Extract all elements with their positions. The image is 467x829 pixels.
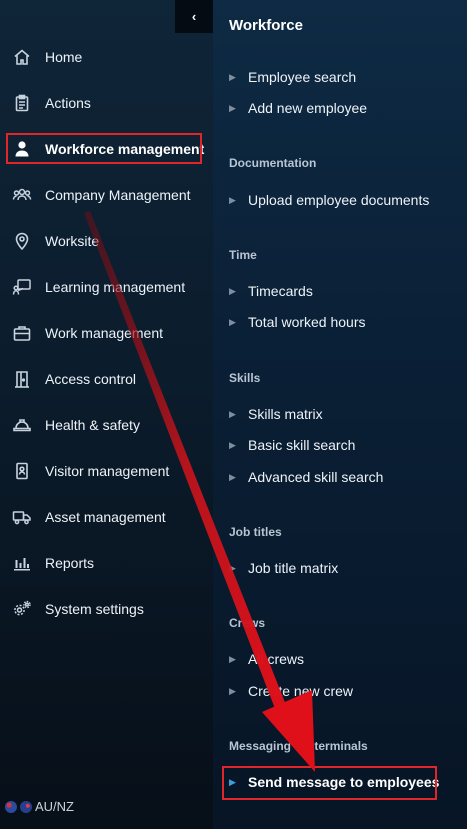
link-label: Upload employee documents xyxy=(248,192,430,208)
link-create-new-crew[interactable]: ▶ Create new crew xyxy=(229,683,353,699)
truck-icon xyxy=(10,507,34,527)
sidebar-item-label: Worksite xyxy=(45,233,100,249)
clipboard-icon xyxy=(10,93,34,113)
sidebar-item-access-control[interactable]: Access control xyxy=(0,356,213,402)
home-icon xyxy=(10,47,34,67)
sidebar-item-system-settings[interactable]: System settings xyxy=(0,586,213,631)
australia-flag-icon xyxy=(5,800,17,813)
link-label: Advanced skill search xyxy=(248,469,384,485)
door-icon xyxy=(10,369,34,389)
sidebar-item-actions[interactable]: Actions xyxy=(0,80,213,126)
hardhat-icon xyxy=(10,415,34,435)
locale-label: AU/NZ xyxy=(35,799,74,814)
caret-right-icon: ▶ xyxy=(229,316,236,327)
gears-icon xyxy=(10,599,34,619)
badge-icon xyxy=(10,461,34,481)
caret-right-icon: ▶ xyxy=(229,102,236,113)
link-total-worked-hours[interactable]: ▶ Total worked hours xyxy=(229,314,366,330)
group-icon xyxy=(10,185,34,205)
link-skills-matrix[interactable]: ▶ Skills matrix xyxy=(229,406,323,422)
sidebar-item-label: Actions xyxy=(45,95,91,111)
link-timecards[interactable]: ▶ Timecards xyxy=(229,283,313,299)
panel-title: Workforce xyxy=(229,17,303,34)
link-label: Timecards xyxy=(248,283,313,299)
link-label: Basic skill search xyxy=(248,437,356,453)
link-add-new-employee[interactable]: ▶ Add new employee xyxy=(229,100,367,116)
link-send-message-to-employees[interactable]: ▶ Send message to employees xyxy=(229,774,439,790)
sidebar-item-label: Work management xyxy=(45,325,164,341)
section-heading-messaging: Messaging via terminals xyxy=(229,739,368,753)
sidebar-item-work-management[interactable]: Work management xyxy=(0,310,213,356)
section-heading-job-titles: Job titles xyxy=(229,525,282,539)
sidebar-item-label: Learning management xyxy=(45,279,186,295)
link-advanced-skill-search[interactable]: ▶ Advanced skill search xyxy=(229,469,383,485)
caret-right-icon: ▶ xyxy=(229,685,236,696)
section-heading-crews: Crews xyxy=(229,616,266,630)
bar-chart-icon xyxy=(10,553,34,573)
caret-right-icon: ▶ xyxy=(229,562,236,573)
link-label: Total worked hours xyxy=(248,314,366,330)
sidebar-item-label: System settings xyxy=(45,600,144,617)
link-label: Add new employee xyxy=(248,100,368,116)
sidebar-item-label: Asset management xyxy=(45,509,166,525)
sidebar-item-worksite[interactable]: Worksite xyxy=(0,218,213,264)
caret-right-icon: ▶ xyxy=(229,776,236,787)
sidebar-item-visitor-management[interactable]: Visitor management xyxy=(0,448,213,494)
sidebar-item-label: Access control xyxy=(45,371,137,387)
caret-right-icon: ▶ xyxy=(229,194,236,205)
sidebar-item-learning-management[interactable]: Learning management xyxy=(0,264,213,310)
sidebar-item-workforce-management[interactable]: Workforce management xyxy=(0,126,213,172)
sidebar-item-label: Reports xyxy=(45,555,95,571)
sidebar-item-label: Health & safety xyxy=(45,417,140,433)
chevron-left-icon: ‹ xyxy=(191,9,197,24)
sidebar-nav: Home Actions Workforce management Compan… xyxy=(0,34,213,631)
sidebar-item-label: Home xyxy=(45,49,83,65)
caret-right-icon: ▶ xyxy=(229,653,236,664)
link-label: Skills matrix xyxy=(248,406,323,422)
link-label: All crews xyxy=(248,651,305,667)
section-heading-time: Time xyxy=(229,248,257,262)
link-label: Create new crew xyxy=(248,683,354,699)
map-pin-icon xyxy=(10,231,34,251)
sidebar-item-health-safety[interactable]: Health & safety xyxy=(0,402,213,448)
new-zealand-flag-icon xyxy=(20,800,32,813)
collapse-sidebar-button[interactable]: ‹ xyxy=(175,0,213,33)
presenter-icon xyxy=(10,277,34,297)
sidebar-item-label: Visitor management xyxy=(45,463,170,479)
person-icon xyxy=(10,139,34,159)
briefcase-icon xyxy=(10,323,34,343)
caret-right-icon: ▶ xyxy=(229,439,236,450)
link-label: Send message to employees xyxy=(248,774,440,790)
locale-selector[interactable]: AU/NZ xyxy=(5,799,74,814)
caret-right-icon: ▶ xyxy=(229,408,236,419)
caret-right-icon: ▶ xyxy=(229,71,236,82)
section-heading-skills: Skills xyxy=(229,371,261,385)
sidebar-item-company-management[interactable]: Company Management xyxy=(0,172,213,218)
sidebar-item-reports[interactable]: Reports xyxy=(0,540,213,586)
link-label: Employee search xyxy=(248,69,357,85)
section-heading-documentation: Documentation xyxy=(229,156,317,170)
sidebar-item-label: Workforce management xyxy=(45,141,205,157)
sidebar: ‹ Home Actions Workforce management Comp… xyxy=(0,0,213,829)
sidebar-item-home[interactable]: Home xyxy=(0,34,213,80)
link-job-title-matrix[interactable]: ▶ Job title matrix xyxy=(229,560,338,576)
link-upload-employee-documents[interactable]: ▶ Upload employee documents xyxy=(229,192,429,208)
caret-right-icon: ▶ xyxy=(229,285,236,296)
link-all-crews[interactable]: ▶ All crews xyxy=(229,651,304,667)
link-employee-search[interactable]: ▶ Employee search xyxy=(229,69,356,85)
sidebar-item-label: Company Management xyxy=(45,187,191,203)
workforce-submenu-panel: Workforce ▶ Employee search ▶ Add new em… xyxy=(213,0,467,829)
link-basic-skill-search[interactable]: ▶ Basic skill search xyxy=(229,437,355,453)
link-label: Job title matrix xyxy=(248,560,339,576)
sidebar-item-asset-management[interactable]: Asset management xyxy=(0,494,213,540)
caret-right-icon: ▶ xyxy=(229,471,236,482)
